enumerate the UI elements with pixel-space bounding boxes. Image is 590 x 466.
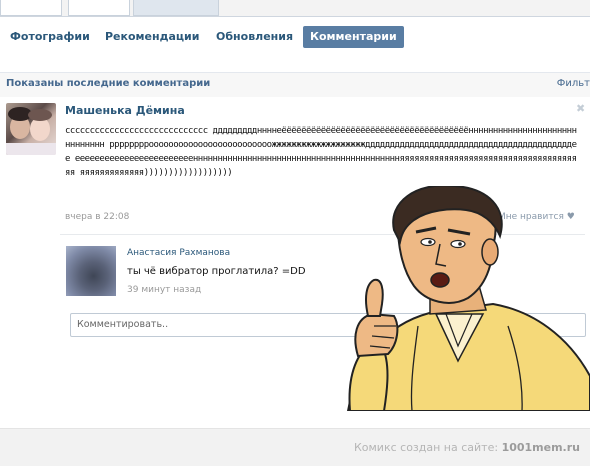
footer-credit: Комикс создан на сайте: 1001mem.ru (354, 441, 580, 454)
reply-avatar[interactable] (66, 246, 116, 296)
top-tab-strip (0, 0, 590, 17)
nav-photos[interactable]: Фотографии (3, 26, 97, 48)
comment-placeholder: Комментировать.. (77, 319, 169, 330)
header-title: Показаны последние комментарии (6, 78, 211, 89)
top-tab-selected[interactable] (133, 0, 219, 16)
close-icon[interactable]: ✖ (576, 102, 585, 115)
reply-text: ты чё вибратор проглатила? =DD (127, 266, 306, 277)
post-time[interactable]: вчера в 22:08 (65, 212, 129, 222)
nav-comments[interactable]: Комментарии (303, 26, 404, 48)
footer: Комикс создан на сайте: 1001mem.ru (0, 428, 590, 466)
section-nav: Фотографии Рекомендации Обновления Комме… (0, 26, 590, 50)
reply-time[interactable]: 39 минут назад (127, 285, 201, 295)
footer-site-link[interactable]: 1001mem.ru (502, 441, 580, 454)
filter-link[interactable]: Фильт (557, 78, 590, 89)
top-tab[interactable] (68, 0, 130, 16)
top-tab[interactable] (0, 0, 62, 16)
thumbs-up-man-illustration (346, 186, 590, 411)
footer-label: Комикс создан на сайте: (353, 441, 499, 454)
comments-header: Показаны последние комментарии Фильт (0, 72, 590, 97)
reply-author[interactable]: Анастасия Рахманова (127, 248, 230, 258)
nav-updates[interactable]: Обновления (209, 26, 300, 48)
post-author[interactable]: Машенька Дёмина (65, 104, 185, 117)
post-text: ccccccccccccccccccccccccccccc дддддддддн… (65, 126, 577, 178)
nav-recommendations[interactable]: Рекомендации (98, 26, 206, 48)
author-avatar[interactable] (6, 103, 56, 155)
